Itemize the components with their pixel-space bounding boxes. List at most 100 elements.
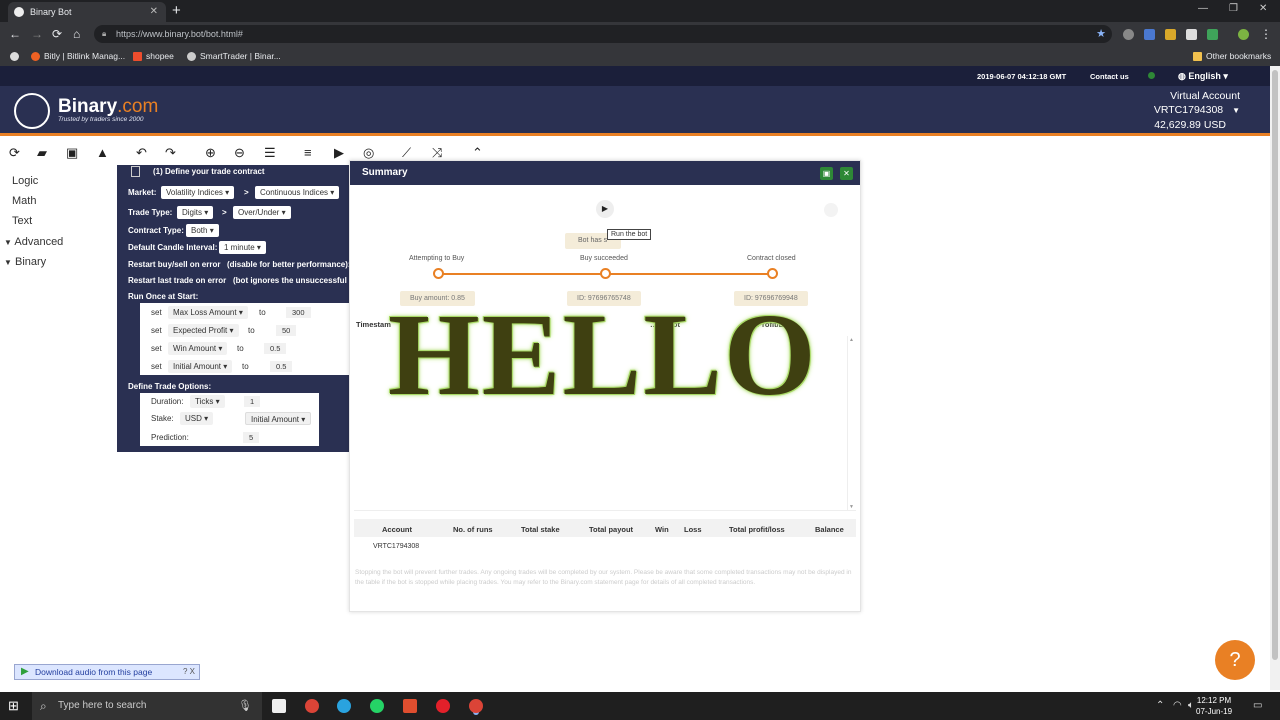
variable-initial-amount-dropdown[interactable]: Initial Amount ▾ (168, 360, 233, 373)
browser-tab[interactable]: Binary Bot ✕ (8, 2, 166, 22)
restore-icon[interactable]: ❐ (1229, 3, 1238, 14)
redo-icon[interactable]: ↷ (165, 145, 176, 161)
chrome-menu-icon[interactable]: ⋮ (1260, 26, 1272, 42)
prediction-value[interactable]: 5 (243, 432, 260, 443)
run-icon[interactable]: ▶ (334, 145, 344, 161)
vimeo-extension-icon[interactable] (1165, 29, 1176, 40)
clear-stats-icon[interactable] (824, 203, 838, 217)
collapse-icon[interactable]: ⌃ (472, 145, 483, 161)
chart-icon[interactable]: ⟋ (402, 145, 411, 161)
show-summary-icon[interactable]: ≡ (304, 145, 312, 161)
reset-icon[interactable]: ⟳ (9, 145, 20, 161)
duration-unit-dropdown[interactable]: Ticks ▾ (190, 395, 225, 408)
page-scrollbar-thumb[interactable] (1272, 70, 1278, 660)
duration-value[interactable]: 1 (244, 396, 261, 407)
account-menu[interactable]: Virtual Account VRTC1794308 ▼ 42,629.89 … (1154, 89, 1240, 132)
category-advanced[interactable]: ▼ Advanced (4, 236, 63, 248)
opera-app-icon[interactable] (436, 699, 450, 713)
download-audio-bar[interactable]: ▶ Download audio from this page ? X (14, 664, 200, 680)
category-math[interactable]: Math (12, 195, 36, 207)
volume-icon[interactable]: 🔈︎ (1188, 699, 1194, 713)
chrome-app-icon[interactable] (305, 699, 319, 713)
minimize-icon[interactable]: — (1198, 3, 1208, 14)
variable-max-loss-dropdown[interactable]: Max Loss Amount ▾ (168, 306, 248, 319)
contract-type-dropdown[interactable]: Both ▾ (186, 224, 219, 237)
max-loss-value[interactable]: 300 (286, 307, 311, 318)
summary-header[interactable]: Summary (350, 161, 860, 185)
expected-profit-value[interactable]: 50 (276, 325, 297, 336)
arrow-extension-icon[interactable] (1207, 29, 1218, 40)
download-audio-label: Download audio from this page (35, 667, 153, 677)
save-summary-icon[interactable]: ▣ (820, 167, 833, 180)
rearrange-icon[interactable]: ☰ (264, 145, 276, 161)
language-selector[interactable]: ◍ English ▾ (1178, 71, 1228, 82)
tradingview-icon[interactable]: ⤨ (432, 145, 442, 161)
hello-overlay-text: HELLO (388, 289, 818, 420)
run-bot-button[interactable]: ▶ (596, 200, 614, 218)
microphone-icon[interactable]: 🎙︎ (238, 692, 252, 720)
candle-interval-label: Default Candle Interval: (128, 243, 218, 252)
globe-extension-icon[interactable] (1123, 29, 1134, 40)
win-amount-value[interactable]: 0.5 (264, 343, 287, 354)
close-window-icon[interactable]: ✕ (1259, 3, 1267, 14)
restart-on-error-note: (disable for better performance): (227, 260, 351, 269)
submarket-dropdown[interactable]: Continuous Indices ▾ (255, 186, 340, 199)
variable-expected-profit-dropdown[interactable]: Expected Profit ▾ (168, 324, 239, 337)
category-text[interactable]: Text (12, 215, 32, 227)
bookmark-star-icon[interactable]: ★ (1096, 25, 1106, 43)
brand-name[interactable]: Binary.com (58, 96, 158, 118)
variable-win-amount-dropdown[interactable]: Win Amount ▾ (168, 342, 228, 355)
telegram-app-icon[interactable] (337, 699, 351, 713)
contract-type-label: Contract Type: (128, 226, 184, 235)
open-folder-icon[interactable]: ▰ (37, 145, 47, 161)
windows-start-icon[interactable]: ⊞ (8, 699, 22, 713)
chrome-active-app-icon[interactable] (469, 699, 483, 713)
bookmark-smarttrader[interactable]: SmartTrader | Binar... (187, 51, 281, 62)
binary-logo-icon[interactable] (14, 93, 50, 129)
clock-time: 12:12 PM (1196, 696, 1232, 705)
apps-icon[interactable] (10, 51, 23, 62)
stake-variable-dropdown[interactable]: Initial Amount ▾ (245, 412, 312, 425)
bookmark-bitly[interactable]: Bitly | Bitlink Manag... (31, 51, 125, 62)
new-tab-icon[interactable]: + (172, 3, 181, 19)
zoom-out-icon[interactable]: ⊖ (234, 145, 245, 161)
market-dropdown[interactable]: Volatility Indices ▾ (161, 186, 235, 199)
initial-amount-value[interactable]: 0.5 (270, 361, 293, 372)
bookmark-shopee[interactable]: shopee (133, 51, 174, 62)
translate-extension-icon[interactable] (1144, 29, 1155, 40)
zoom-in-icon[interactable]: ⊕ (205, 145, 216, 161)
tray-expand-icon[interactable]: ⌃ (1156, 699, 1164, 713)
other-bookmarks[interactable]: Other bookmarks (1193, 51, 1271, 62)
reload-icon[interactable]: ⟳ (52, 26, 62, 42)
home-icon[interactable]: ⌂ (73, 26, 80, 42)
back-icon[interactable]: ← (9, 26, 21, 42)
contact-link[interactable]: Contact us (1090, 72, 1129, 81)
forward-icon[interactable]: → (31, 26, 43, 42)
currency-dropdown[interactable]: USD ▾ (180, 412, 214, 425)
category-binary[interactable]: ▼ Binary (4, 256, 46, 268)
stop-icon[interactable]: ◎ (363, 145, 374, 161)
trade-subtype-dropdown[interactable]: Over/Under ▾ (233, 206, 291, 219)
trade-type-dropdown[interactable]: Digits ▾ (177, 206, 214, 219)
whatsapp-app-icon[interactable] (370, 699, 384, 713)
download-bar-controls[interactable]: ? X (183, 665, 195, 679)
trade-parameters-block[interactable]: (1) Define your trade contract Market: V… (117, 165, 351, 452)
system-clock[interactable]: 12:12 PM 07-Jun-19 (1196, 695, 1232, 717)
candle-interval-dropdown[interactable]: 1 minute ▾ (219, 241, 266, 254)
close-tab-icon[interactable]: ✕ (150, 2, 158, 22)
address-bar[interactable]: 🔒︎ https://www.binary.bot/bot.html# ★ (94, 25, 1112, 43)
mail-app-icon[interactable] (272, 699, 286, 713)
profile-avatar[interactable] (1238, 29, 1249, 40)
category-logic[interactable]: Logic (12, 175, 38, 187)
mail-extension-icon[interactable] (1186, 29, 1197, 40)
app-icon[interactable] (403, 699, 417, 713)
undo-icon[interactable]: ↶ (136, 145, 147, 161)
save-icon[interactable]: ▣ (66, 145, 78, 161)
transactions-scrollbar[interactable]: ▲ ▼ (847, 336, 856, 511)
network-icon[interactable]: ◠ (1173, 699, 1182, 713)
notifications-icon[interactable]: ▭ (1253, 699, 1262, 713)
help-button[interactable]: ? (1215, 640, 1255, 680)
google-drive-icon[interactable]: ▲ (96, 145, 109, 161)
taskbar-search[interactable]: ⌕ Type here to search 🎙︎ (32, 692, 262, 720)
close-icon[interactable]: ✕ (840, 167, 853, 180)
